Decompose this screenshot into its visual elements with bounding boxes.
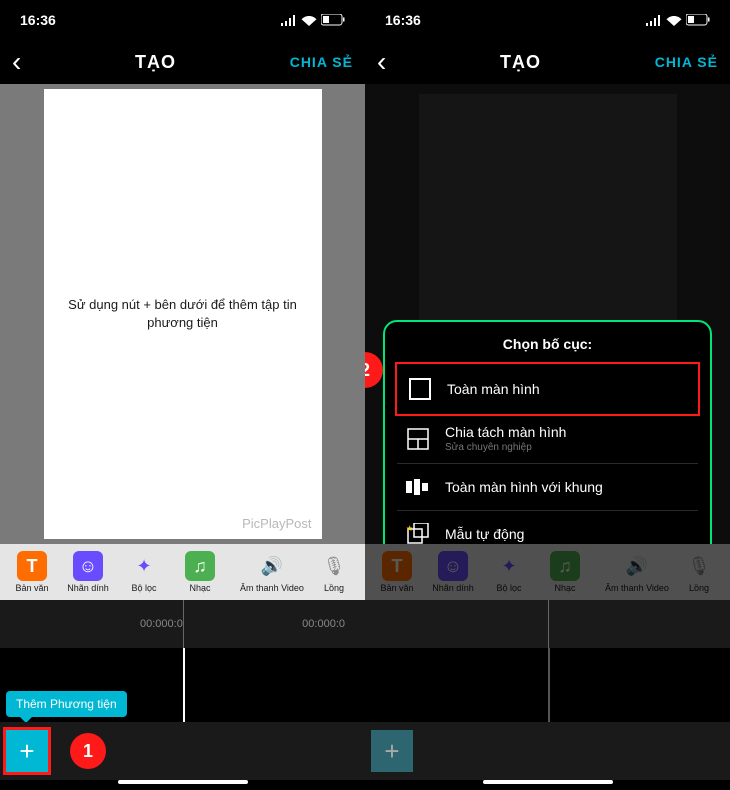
screen-right: 16:36 ‹ TẠO CHIA SẺ Chọn bố cục: Toàn mà… [365, 0, 730, 790]
frame-icon [405, 474, 431, 500]
playhead-mark [183, 600, 184, 648]
add-media-button: + [371, 730, 413, 772]
fullscreen-icon [407, 376, 433, 402]
status-time: 16:36 [385, 12, 421, 28]
track [365, 648, 730, 722]
header: ‹ TẠO CHIA SẺ [0, 40, 365, 84]
canvas-area: Chọn bố cục: Toàn màn hình Chia tách màn… [365, 84, 730, 544]
music-icon: ♫ [185, 551, 215, 581]
tool-sticker[interactable]: ☺Nhãn dính [60, 551, 116, 593]
playhead-mark [548, 600, 549, 648]
home-indicator[interactable] [483, 780, 613, 784]
status-bar: 16:36 [0, 0, 365, 40]
tool-sound: 🔊Âm thanh Video [593, 551, 681, 593]
text-icon: T [17, 551, 47, 581]
text-icon: T [382, 551, 412, 581]
tool-text[interactable]: TBản văn [4, 551, 60, 593]
tool-sound[interactable]: 🔊Âm thanh Video [228, 551, 316, 593]
watermark: PicPlayPost [242, 516, 311, 531]
page-title: TẠO [135, 52, 176, 73]
tool-filter[interactable]: ✦Bộ lọc [116, 551, 172, 593]
playhead[interactable] [183, 648, 185, 722]
status-icons [281, 14, 345, 26]
canvas[interactable]: Sử dụng nút + bên dưới để thêm tập tin p… [44, 89, 322, 539]
sound-icon: 🔊 [257, 551, 287, 581]
tool-filter: ✦Bộ lọc [481, 551, 537, 593]
layout-frame[interactable]: Toàn màn hình với khung [397, 464, 698, 511]
mic-icon: 🎙 [684, 551, 714, 581]
playhead [548, 648, 550, 722]
toolbar: TBản văn ☺Nhãn dính ✦Bộ lọc ♫Nhạc 🔊Âm th… [0, 544, 365, 600]
page-title: TẠO [500, 52, 541, 73]
sticker-icon: ☺ [73, 551, 103, 581]
svg-text:★: ★ [406, 524, 413, 533]
share-button[interactable]: CHIA SẺ [655, 54, 718, 70]
status-icons [646, 14, 710, 26]
time-end: 00:000:0 [302, 618, 345, 630]
timeline [365, 600, 730, 648]
modal-title: Chọn bố cục: [397, 336, 698, 352]
tool-music[interactable]: ♫Nhạc [172, 551, 228, 593]
status-time: 16:36 [20, 12, 56, 28]
tool-dub: 🎙Lồng [681, 551, 717, 593]
sound-icon: 🔊 [622, 551, 652, 581]
track[interactable]: Thêm Phương tiện [0, 648, 365, 722]
layout-fullscreen[interactable]: Toàn màn hình [399, 366, 696, 412]
toolbar: TBản văn ☺Nhãn dính ✦Bộ lọc ♫Nhạc 🔊Âm th… [365, 544, 730, 600]
time-start: 00:000:0 [140, 618, 183, 630]
tool-sticker: ☺Nhãn dính [425, 551, 481, 593]
mic-icon: 🎙 [319, 551, 349, 581]
screen-left: 16:36 ‹ TẠO CHIA SẺ Sử dụng nút + bên dư… [0, 0, 365, 790]
canvas-hint: Sử dụng nút + bên dưới để thêm tập tin p… [64, 296, 302, 332]
bottom-bar: + 1 [0, 722, 365, 780]
music-icon: ♫ [550, 551, 580, 581]
tool-dub[interactable]: 🎙Lồng [316, 551, 352, 593]
filter-icon: ✦ [129, 551, 159, 581]
highlight-add [3, 727, 51, 775]
split-icon [405, 426, 431, 452]
back-button[interactable]: ‹ [12, 46, 21, 78]
canvas-area: Sử dụng nút + bên dưới để thêm tập tin p… [0, 84, 365, 544]
tool-music: ♫Nhạc [537, 551, 593, 593]
back-button[interactable]: ‹ [377, 46, 386, 78]
layout-split[interactable]: Chia tách màn hìnhSửa chuyên nghiệp [397, 414, 698, 464]
sticker-icon: ☺ [438, 551, 468, 581]
step-badge-1: 1 [70, 733, 106, 769]
home-indicator[interactable] [118, 780, 248, 784]
bottom-bar: + [365, 722, 730, 780]
tool-text: TBản văn [369, 551, 425, 593]
status-bar: 16:36 [365, 0, 730, 40]
header: ‹ TẠO CHIA SẺ [365, 40, 730, 84]
share-button[interactable]: CHIA SẺ [290, 54, 353, 70]
timeline[interactable]: 00:000:0 00:000:0 [0, 600, 365, 648]
add-media-tooltip: Thêm Phương tiện [6, 691, 127, 717]
filter-icon: ✦ [494, 551, 524, 581]
